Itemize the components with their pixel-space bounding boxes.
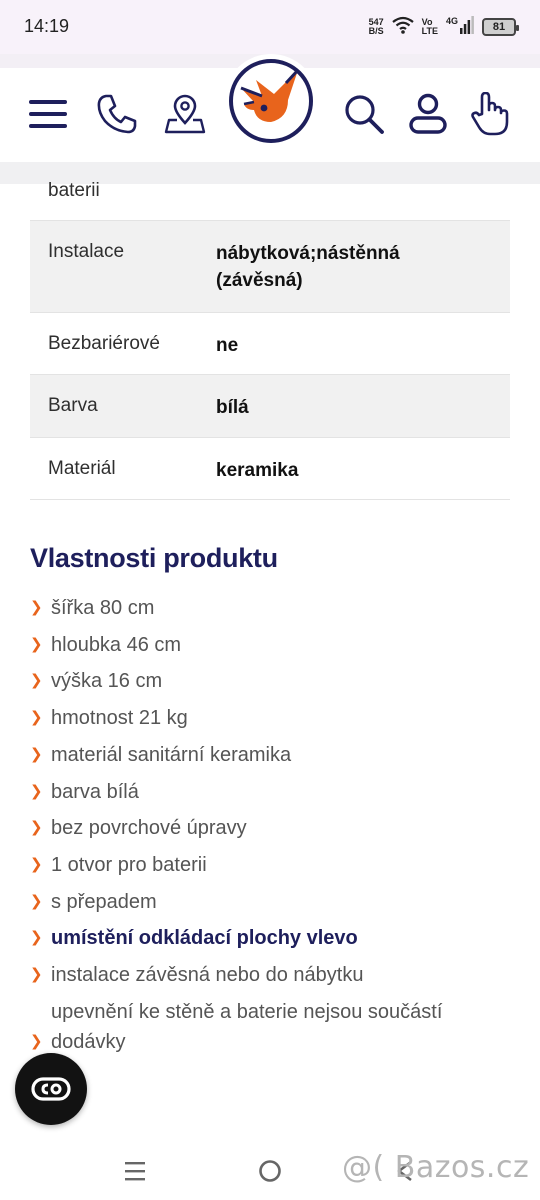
table-key: Barva	[48, 395, 98, 416]
list-item: ❯ výška 16 cm	[30, 663, 510, 700]
home-icon[interactable]	[252, 1154, 288, 1188]
table-row: Materiál keramika	[30, 438, 510, 500]
recent-apps-icon[interactable]	[117, 1154, 153, 1188]
table-row: Barva bílá	[30, 375, 510, 438]
list-item-text: bez povrchové úpravy	[51, 817, 247, 840]
network-type: 4G	[445, 16, 458, 26]
table-value: ne	[216, 335, 239, 356]
list-item: ❯ s přepadem	[30, 884, 510, 921]
list-item-text: materiál sanitární keramika	[51, 743, 292, 766]
list-item: ❯ barva bílá	[30, 774, 510, 811]
chevron-right-icon: ❯	[30, 672, 43, 690]
chevron-right-icon: ❯	[30, 929, 43, 947]
table-key: Bezbariérové	[48, 333, 160, 354]
list-item-text: instalace závěsná nebo do nábytku	[51, 964, 364, 987]
co-logo-icon	[31, 1077, 71, 1101]
site-header	[0, 54, 540, 162]
list-item-text: barva bílá	[51, 780, 139, 803]
user-icon[interactable]	[402, 88, 454, 140]
system-navigation-bar: @( Bazos.cz	[0, 1140, 540, 1200]
list-item-text: s přepadem	[51, 890, 157, 913]
battery-icon: 81	[482, 18, 519, 36]
menu-icon[interactable]	[22, 88, 74, 140]
status-time: 14:19	[24, 16, 70, 36]
list-item: ❯ šířka 80 cm	[30, 590, 510, 627]
list-item-text: umístění odkládací plochy vlevo	[51, 927, 358, 950]
volte-bottom: LTE	[421, 26, 438, 36]
hand-pointer-icon[interactable]	[464, 88, 516, 140]
table-value: nábytková;nástěnná (závěsná)	[216, 243, 400, 291]
table-row: baterii	[30, 162, 510, 221]
section-title: Vlastnosti produktu	[30, 543, 278, 573]
list-item-text: 1 otvor pro baterii	[51, 853, 207, 876]
table-key: Instalace	[48, 241, 125, 262]
chevron-right-icon: ❯	[30, 709, 43, 727]
network-speed: 547 B/S	[369, 18, 384, 36]
list-item: ❯ materiál sanitární keramika	[30, 737, 510, 774]
list-item: ❯ bez povrchové úpravy	[30, 810, 510, 847]
list-item: ❯ hmotnost 21 kg	[30, 700, 510, 737]
status-indicators: 547 B/S Vo LTE 4G 81	[369, 14, 519, 40]
network-speed-unit: B/S	[368, 26, 384, 36]
chevron-right-icon: ❯	[30, 635, 43, 653]
table-value	[216, 162, 510, 220]
list-item: ❯ 1 otvor pro baterii	[30, 847, 510, 884]
location-pin-icon[interactable]	[159, 88, 211, 140]
chevron-right-icon: ❯	[30, 782, 43, 800]
chevron-right-icon: ❯	[30, 892, 43, 910]
search-icon[interactable]	[338, 88, 390, 140]
chevron-right-icon: ❯	[30, 966, 43, 984]
table-value: bílá	[216, 397, 249, 418]
table-key: baterii	[48, 180, 100, 201]
volte-indicator: Vo LTE	[422, 18, 438, 36]
chevron-right-icon: ❯	[30, 599, 43, 616]
list-item: ❯ upevnění ke stěně a baterie nejsou souč…	[30, 997, 510, 1057]
list-item-text: výška 16 cm	[51, 670, 163, 693]
list-item: ❯ instalace závěsná nebo do nábytku	[30, 957, 510, 994]
list-item-text: hloubka 46 cm	[51, 633, 182, 656]
signal-icon	[460, 15, 474, 39]
wifi-icon	[391, 16, 414, 39]
table-key: Materiál	[48, 458, 116, 479]
chevron-right-icon: ❯	[30, 819, 43, 837]
table-row: Bezbariérové ne	[30, 313, 510, 375]
list-item-text: šířka 80 cm	[51, 597, 155, 619]
chevron-right-icon: ❯	[30, 855, 43, 873]
list-item: ❯ hloubka 46 cm	[30, 627, 510, 664]
status-bar: 14:19 547 B/S Vo LTE 4G 81	[0, 0, 540, 54]
table-value: keramika	[216, 460, 299, 481]
phone-icon[interactable]	[91, 88, 143, 140]
table-row: Instalace nábytková;nástěnná (závěsná)	[30, 221, 510, 313]
list-item-text: upevnění ke stěně a baterie nejsou součá…	[51, 1000, 443, 1053]
properties-list: ❯ šířka 80 cm ❯ hloubka 46 cm ❯ výška 16 cm ❯ h…	[30, 590, 510, 1057]
floating-chat-button[interactable]	[15, 1053, 87, 1125]
parameters-table: baterii Instalace nábytková;nástěnná (zá…	[30, 162, 510, 500]
list-item: ❯ umístění odkládací plochy vlevo	[30, 920, 510, 957]
bird-logo[interactable]	[224, 54, 318, 148]
chevron-right-icon: ❯	[30, 745, 43, 763]
list-item-text: hmotnost 21 kg	[51, 707, 188, 730]
watermark: @( Bazos.cz	[342, 1150, 530, 1185]
